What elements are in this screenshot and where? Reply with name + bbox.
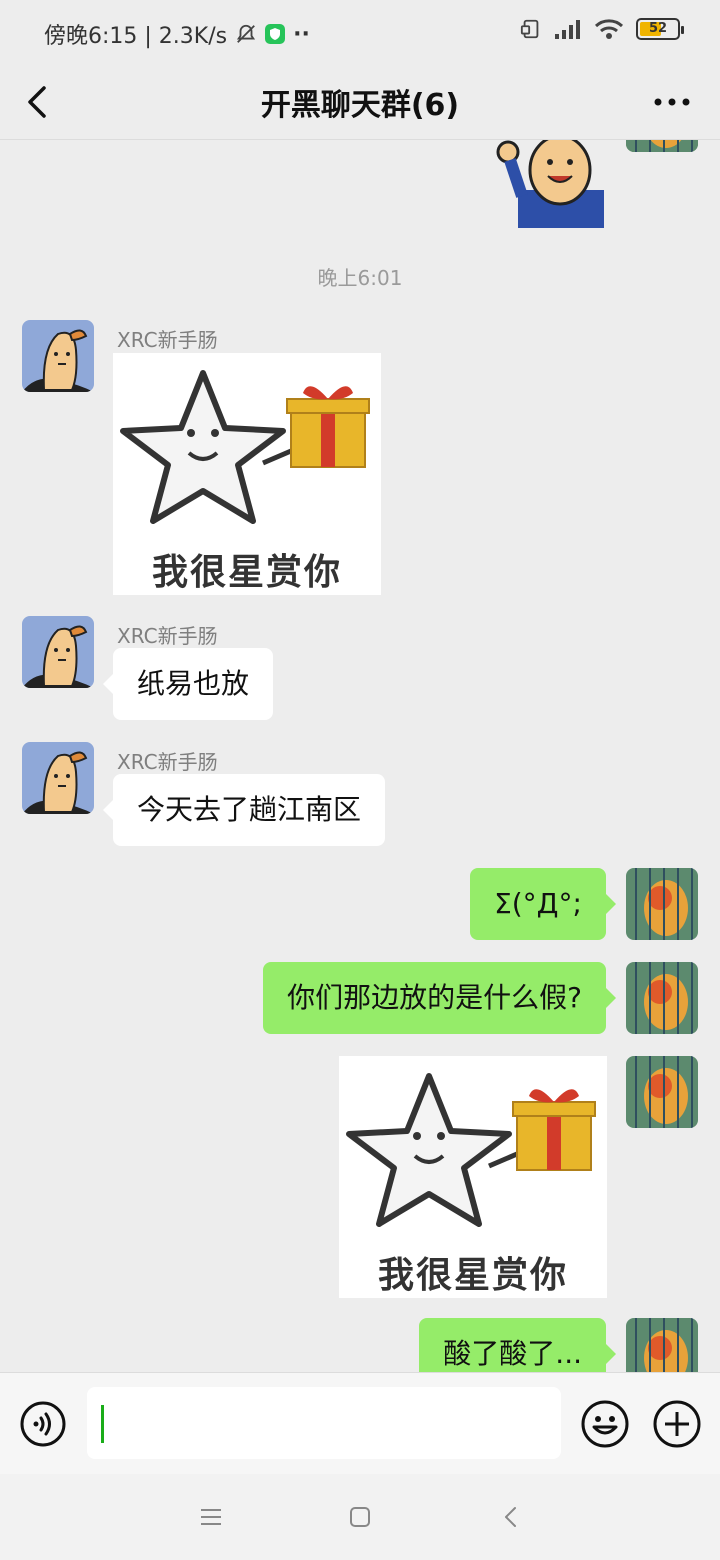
status-bar: 傍晚6:15 | 2.3K/s ·· 52 [0,0,720,66]
sender-avatar[interactable] [22,320,94,392]
text-message[interactable]: 今天去了趟江南区 [102,774,386,846]
parrot-avatar-image [626,1318,698,1372]
voice-icon[interactable] [19,1400,67,1448]
menu-nav-icon[interactable] [196,1502,226,1532]
screen-icon [520,19,539,39]
text-message[interactable]: 纸易也放 [102,648,274,720]
sender-name: XRC新手肠 [117,328,218,352]
message-input[interactable] [87,1387,561,1459]
input-bar [0,1372,720,1474]
text-caret [101,1405,104,1443]
my-avatar[interactable] [626,962,698,1034]
home-nav-icon[interactable] [345,1502,375,1532]
text-message-mine[interactable]: 你们那边放的是什么假? [263,962,616,1034]
sender-avatar[interactable] [22,742,94,814]
status-left: 傍晚6:15 | 2.3K/s ·· [44,18,310,50]
sausage-avatar-image [22,616,94,688]
parrot-avatar-image [626,962,698,1034]
my-avatar[interactable] [626,868,698,940]
system-nav-bar [0,1474,720,1560]
battery-icon: 52 [636,18,684,40]
parrot-avatar-image [626,868,698,940]
status-dots: ·· [293,21,310,47]
sender-avatar[interactable] [22,616,94,688]
bell-off-icon [237,24,256,43]
sticker-caption: 我很星赏你 [151,552,342,593]
sausage-avatar-image [22,320,94,392]
emoji-icon[interactable] [580,1399,630,1449]
waving-mascot-sticker [496,140,604,228]
text-message-mine[interactable]: 酸了酸了... [419,1318,616,1372]
time-divider: 晚上6:01 [317,266,403,290]
sender-name: XRC新手肠 [117,624,218,648]
parrot-avatar-image [626,140,698,152]
wifi-icon [594,19,624,39]
chat-header: 开黑聊天群(6) [0,66,720,140]
sticker-caption: 我很星赏你 [377,1255,568,1296]
signal-icon [555,20,580,39]
parrot-avatar-image [626,1056,698,1128]
status-right: 52 [520,18,684,40]
sausage-avatar-image [22,742,94,814]
text-message-mine[interactable]: Σ(°Д°; [470,868,616,940]
status-time: 傍晚6:15 | 2.3K/s [44,24,228,49]
sender-name: XRC新手肠 [117,750,218,774]
shield-icon [265,24,286,44]
my-avatar[interactable] [626,1318,698,1372]
battery-level: 52 [648,21,668,36]
my-avatar[interactable] [626,140,698,152]
chat-title: 开黑聊天群(6) [260,88,460,123]
sticker-message-mine[interactable]: 我很星赏你 [339,1056,607,1298]
more-icon[interactable] [650,80,694,124]
sticker-message[interactable]: 我很星赏你 [113,353,381,595]
message-list[interactable]: 晚上6:01 XRC新手肠 我很星赏你 XRC新手肠 纸易也放 XRC新手肠 今… [0,140,720,1372]
partial-sticker[interactable] [488,140,608,228]
plus-icon[interactable] [652,1399,702,1449]
my-avatar[interactable] [626,1056,698,1128]
back-nav-icon[interactable] [496,1502,526,1532]
